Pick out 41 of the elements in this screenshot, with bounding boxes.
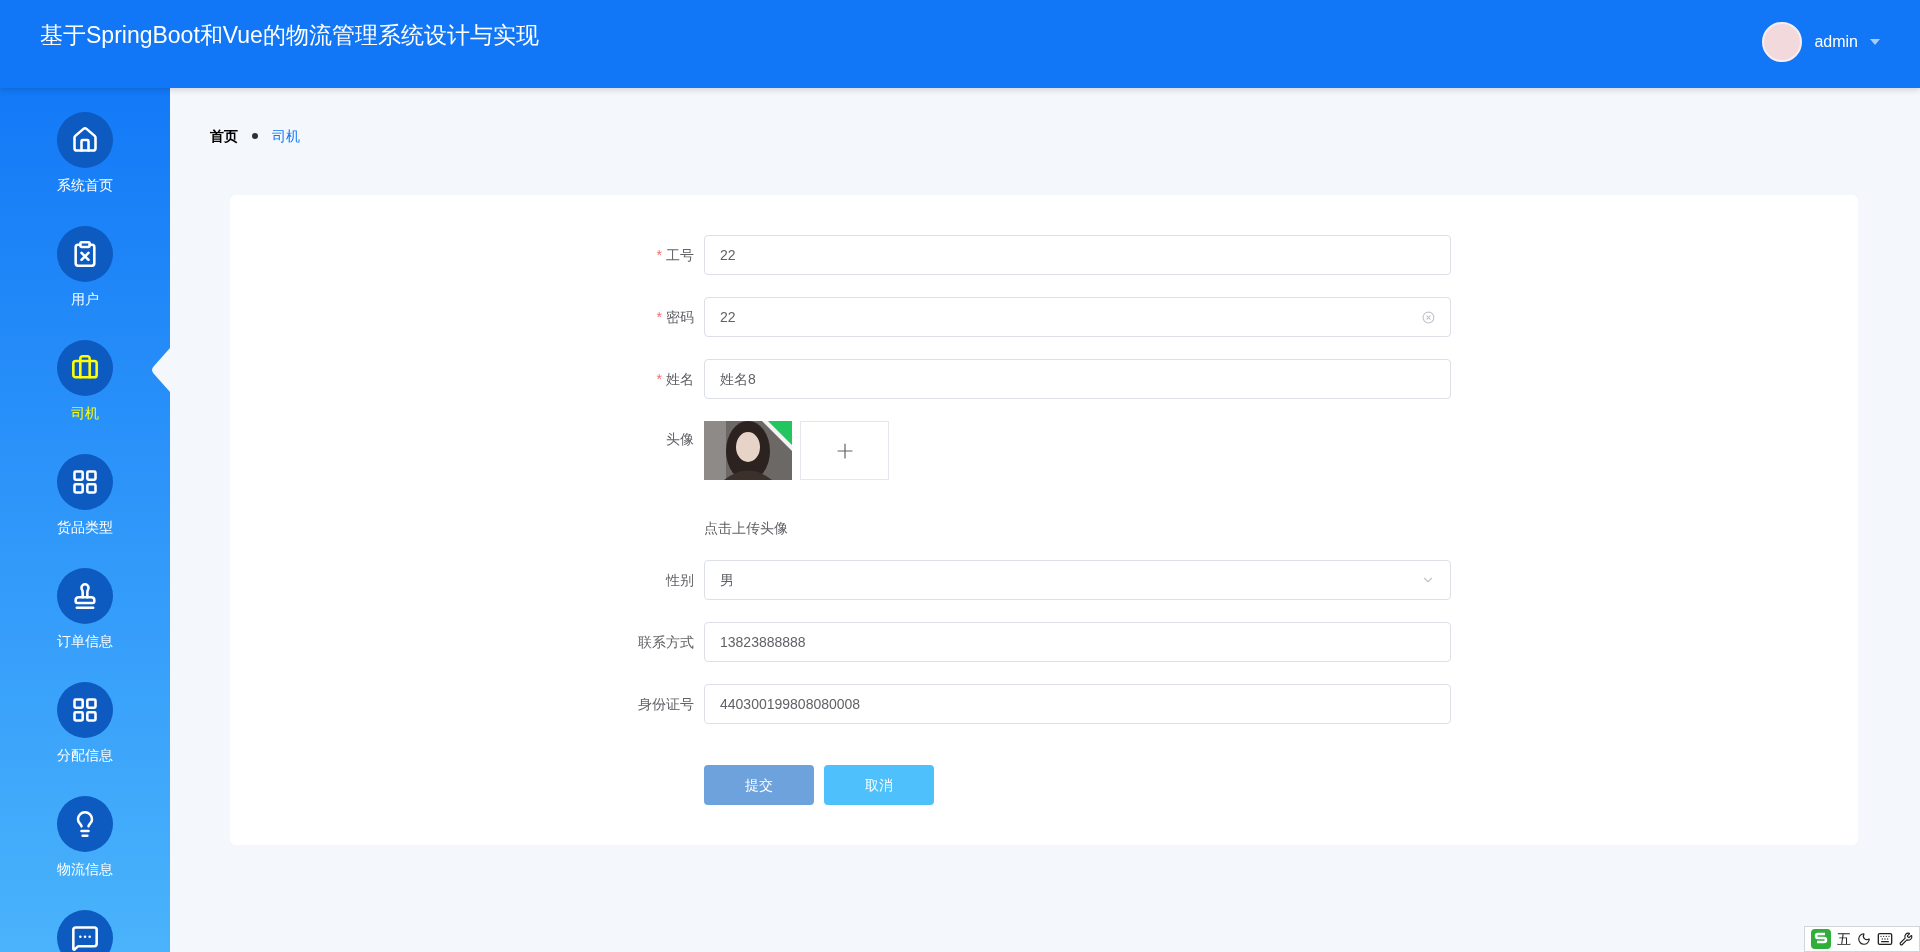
field-label: 姓名 [666, 369, 694, 389]
grid-icon [71, 696, 99, 724]
breadcrumb-item[interactable]: 首页 [210, 125, 238, 147]
required-mark: * [656, 369, 662, 389]
field-label: 工号 [666, 245, 694, 265]
field-value: 22 [720, 307, 736, 327]
required-mark: * [656, 307, 662, 327]
field-label: 身份证号 [638, 694, 694, 714]
upload-hint: 点击上传头像 [704, 519, 789, 538]
field-value: 男 [720, 570, 734, 590]
select-field[interactable]: 男 [704, 560, 1451, 600]
home-icon [71, 126, 99, 154]
chat-icon [71, 924, 99, 952]
field-label: 头像 [666, 430, 694, 449]
avatar[interactable] [1762, 22, 1803, 62]
input-field[interactable]: 22 [704, 235, 1451, 275]
field-label: 联系方式 [638, 632, 694, 652]
field-label: 密码 [666, 307, 694, 327]
wrench-icon[interactable] [1899, 932, 1913, 946]
moon-icon[interactable] [1857, 932, 1871, 946]
user-name[interactable]: admin [1814, 30, 1858, 54]
field-label: 性别 [666, 570, 694, 590]
grid-icon [71, 468, 99, 496]
input-field[interactable]: 姓名8 [704, 359, 1451, 399]
app-title: 基于SpringBoot和Vue的物流管理系统设计与实现 [40, 21, 539, 50]
sidebar-item[interactable] [57, 910, 113, 952]
required-mark: * [656, 245, 662, 265]
keyboard-icon[interactable] [1877, 931, 1893, 947]
caret-icon[interactable] [1870, 39, 1880, 45]
active-indicator [150, 348, 170, 392]
stamp-icon [71, 582, 99, 610]
submit-button[interactable]: 提交 [704, 765, 814, 805]
input-field[interactable]: 440300199808080008 [704, 684, 1451, 724]
input-field[interactable]: 22 [704, 297, 1451, 337]
input-field[interactable]: 13823888888 [704, 622, 1451, 662]
separator-icon [252, 133, 258, 139]
breadcrumb-item: 司机 [272, 126, 300, 146]
briefcase-icon [71, 354, 99, 382]
clipboard-icon [71, 240, 99, 268]
ime-logo-icon[interactable] [1811, 929, 1831, 949]
ime-mode[interactable]: 五 [1837, 928, 1851, 950]
